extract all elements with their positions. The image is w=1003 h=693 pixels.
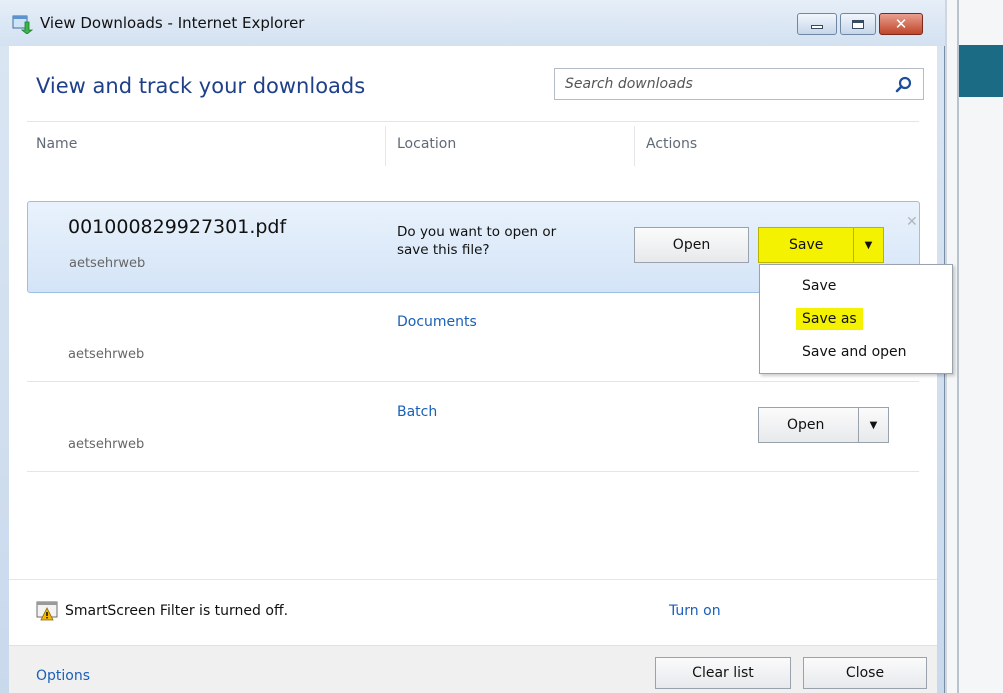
search-box[interactable]: [554, 68, 924, 100]
footer-bar: Options Clear list Close: [9, 645, 937, 693]
title-bar[interactable]: View Downloads - Internet Explorer ✕: [0, 0, 945, 46]
dismiss-row-icon[interactable]: ✕: [906, 214, 918, 230]
column-header-actions[interactable]: Actions: [646, 136, 697, 152]
chevron-down-icon: ▼: [864, 239, 873, 251]
column-header-location[interactable]: Location: [397, 136, 456, 152]
window-title: View Downloads - Internet Explorer: [40, 14, 305, 32]
maximize-button[interactable]: [840, 13, 876, 35]
background-window: [945, 0, 1003, 693]
file-source: aetsehrweb: [69, 256, 146, 271]
download-prompt-line2: save this file?: [397, 242, 490, 258]
chevron-down-icon: ▼: [869, 419, 878, 431]
search-input[interactable]: [565, 76, 885, 92]
turn-on-link[interactable]: Turn on: [669, 603, 721, 619]
footer-divider: [9, 579, 937, 580]
smartscreen-warning-icon: [36, 601, 58, 621]
column-separator: [385, 126, 386, 166]
background-teal-bar: [959, 45, 1003, 97]
save-dropdown-toggle[interactable]: ▼: [853, 228, 883, 262]
location-link[interactable]: Batch: [397, 404, 437, 420]
save-button[interactable]: Save ▼: [758, 227, 884, 263]
search-icon[interactable]: [895, 76, 913, 94]
menu-item-label: Save: [802, 278, 837, 294]
close-window-button[interactable]: ✕: [879, 13, 923, 35]
file-name: 001000829927301.pdf: [68, 216, 287, 238]
open-button[interactable]: Open ▼: [758, 407, 889, 443]
open-button-label: Open: [672, 237, 711, 253]
row-divider: [27, 381, 919, 382]
open-dropdown-toggle[interactable]: ▼: [858, 408, 888, 442]
row-divider: [27, 471, 919, 472]
clear-list-button[interactable]: Clear list: [655, 657, 791, 689]
file-source: aetsehrweb: [68, 437, 145, 452]
header-divider: [27, 121, 919, 122]
open-button-label: Open: [787, 417, 825, 433]
minimize-button[interactable]: [797, 13, 837, 35]
download-prompt-line1: Do you want to open or: [397, 224, 557, 240]
menu-item-save-as[interactable]: Save as: [760, 305, 952, 333]
downloads-window: View Downloads - Internet Explorer ✕ Vie…: [0, 0, 953, 693]
column-separator: [634, 126, 635, 166]
page-title: View and track your downloads: [36, 74, 366, 98]
ie-downloads-icon: [12, 15, 34, 34]
menu-item-save[interactable]: Save: [760, 272, 952, 300]
menu-item-save-and-open[interactable]: Save and open: [760, 338, 952, 366]
column-header-name[interactable]: Name: [36, 136, 77, 152]
maximize-icon: [852, 19, 864, 29]
save-button-label: Save: [789, 237, 824, 253]
smartscreen-status-text: SmartScreen Filter is turned off.: [65, 603, 289, 619]
close-button-label: Close: [845, 665, 885, 681]
file-source: aetsehrweb: [68, 347, 145, 362]
save-dropdown-menu: Save Save as Save and open: [759, 264, 953, 374]
open-button[interactable]: Open: [634, 227, 749, 263]
background-window-edge: [957, 0, 959, 693]
menu-item-label: Save as: [796, 308, 863, 330]
close-button[interactable]: Close: [803, 657, 927, 689]
location-link[interactable]: Documents: [397, 314, 477, 330]
options-link[interactable]: Options: [36, 668, 90, 684]
close-icon: ✕: [894, 14, 908, 33]
clear-list-label: Clear list: [692, 665, 754, 681]
menu-item-label: Save and open: [802, 344, 907, 360]
minimize-icon: [811, 25, 823, 29]
